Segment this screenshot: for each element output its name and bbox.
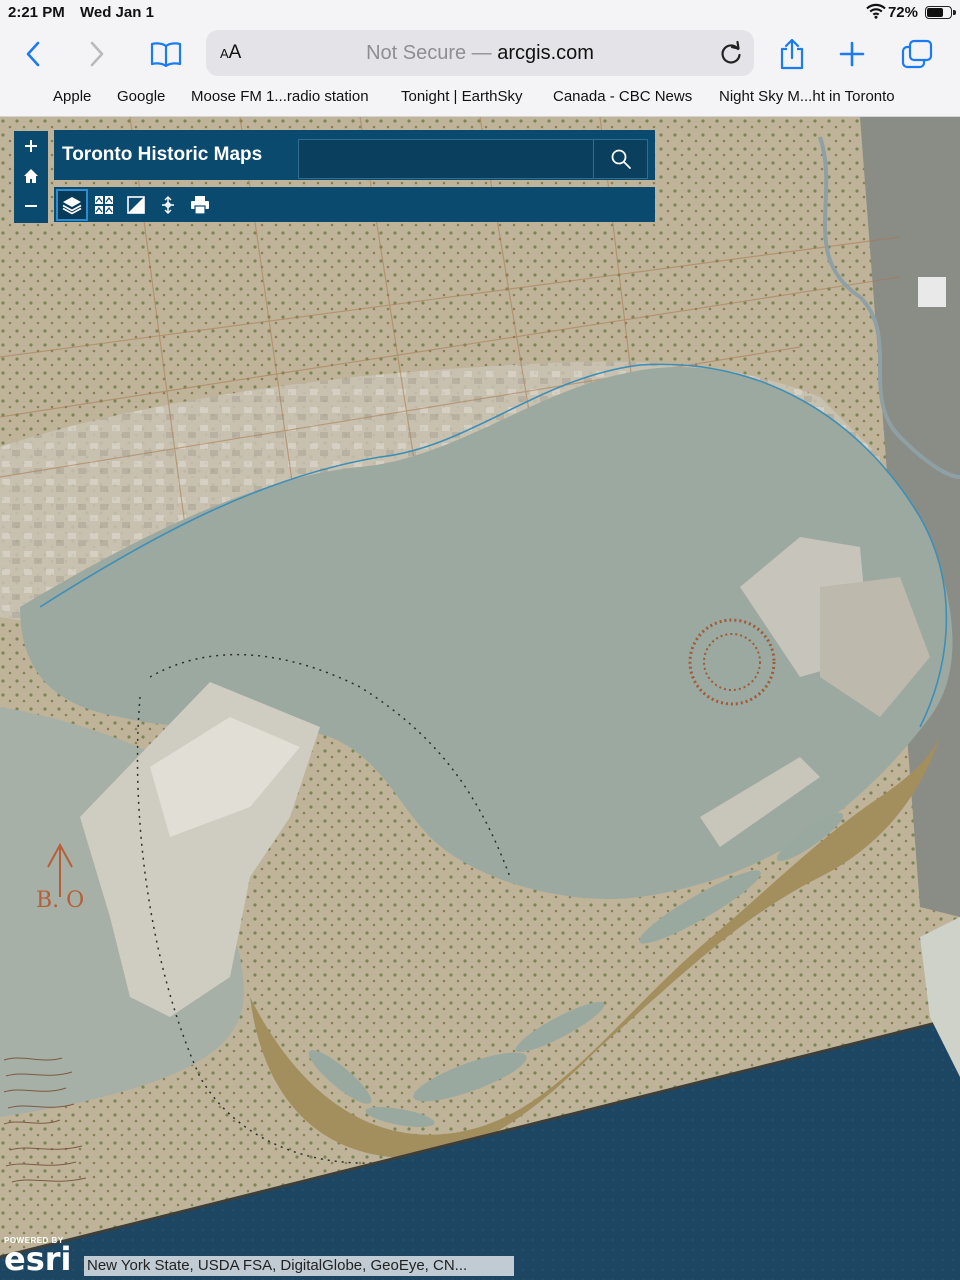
historic-map-overlay bbox=[0, 117, 960, 1280]
book-icon bbox=[150, 42, 182, 67]
battery-percent: 72% bbox=[887, 4, 918, 21]
handwritten-notes bbox=[2, 1050, 92, 1195]
plus-icon bbox=[839, 41, 865, 67]
esri-logo[interactable]: POWERED BY esri bbox=[4, 1236, 84, 1278]
reload-icon[interactable] bbox=[718, 40, 744, 66]
search-box[interactable] bbox=[298, 139, 594, 179]
app-title: Toronto Historic Maps bbox=[62, 144, 263, 165]
battery-icon bbox=[925, 6, 956, 19]
chevron-right-icon bbox=[90, 41, 104, 67]
map-attribution[interactable]: New York State, USDA FSA, DigitalGlobe, … bbox=[84, 1256, 514, 1276]
status-date: Wed Jan 1 bbox=[80, 4, 154, 21]
back-button[interactable] bbox=[14, 34, 54, 74]
app-header: Toronto Historic Maps bbox=[54, 130, 655, 180]
basemap-gallery-button[interactable] bbox=[88, 189, 120, 221]
search-input[interactable] bbox=[299, 140, 593, 178]
esri-wordmark: esri bbox=[4, 1240, 72, 1278]
swipe-button[interactable] bbox=[120, 189, 152, 221]
browser-toolbar: AA Not Secure — arcgis.com bbox=[0, 26, 960, 82]
zoom-controls bbox=[14, 131, 48, 223]
swipe-icon bbox=[127, 196, 145, 214]
search-icon bbox=[611, 149, 631, 169]
measure-icon bbox=[162, 196, 174, 214]
url-domain: arcgis.com bbox=[497, 42, 594, 64]
address-bar[interactable]: AA Not Secure — arcgis.com bbox=[206, 30, 754, 76]
favorite-moose-fm[interactable]: Moose FM 1...radio station bbox=[191, 88, 369, 105]
zoom-in-button[interactable] bbox=[14, 131, 48, 161]
plus-icon bbox=[25, 140, 37, 152]
measure-button[interactable] bbox=[152, 189, 184, 221]
app-toolbar bbox=[54, 187, 655, 222]
favorite-cbc-news[interactable]: Canada - CBC News bbox=[553, 88, 692, 105]
tabs-icon bbox=[901, 39, 933, 69]
map-view[interactable]: B. O bbox=[0, 117, 960, 1280]
status-bar: 2:21 PM Wed Jan 1 72% bbox=[0, 0, 960, 26]
wifi-icon bbox=[866, 3, 886, 19]
status-time: 2:21 PM bbox=[8, 4, 65, 21]
tabs-button[interactable] bbox=[897, 34, 937, 74]
chevron-left-icon bbox=[26, 41, 40, 67]
url-display[interactable]: Not Secure — arcgis.com bbox=[206, 42, 754, 65]
historic-map-label: B. O bbox=[36, 888, 85, 913]
handwriting-scribble bbox=[3, 1057, 87, 1183]
minus-icon bbox=[25, 205, 37, 207]
share-icon bbox=[780, 38, 804, 70]
bookmarks-button[interactable] bbox=[146, 34, 186, 74]
forward-button[interactable] bbox=[76, 34, 116, 74]
favorite-night-sky[interactable]: Night Sky M...ht in Toronto bbox=[719, 88, 895, 105]
new-tab-button[interactable] bbox=[832, 34, 872, 74]
search-button[interactable] bbox=[594, 139, 648, 179]
layers-button[interactable] bbox=[56, 189, 88, 221]
zoom-out-button[interactable] bbox=[14, 191, 48, 221]
favorite-earthsky[interactable]: Tonight | EarthSky bbox=[401, 88, 522, 105]
basemap-gallery-icon bbox=[95, 196, 113, 214]
print-icon bbox=[191, 196, 209, 215]
security-label: Not Secure — bbox=[366, 42, 492, 64]
favorite-google[interactable]: Google bbox=[117, 88, 165, 105]
layers-icon bbox=[62, 197, 82, 215]
favorite-apple[interactable]: Apple bbox=[53, 88, 91, 105]
share-button[interactable] bbox=[772, 34, 812, 74]
print-button[interactable] bbox=[184, 189, 216, 221]
home-button[interactable] bbox=[14, 161, 48, 191]
home-icon bbox=[24, 169, 38, 183]
favorites-bar: Apple Google Moose FM 1...radio station … bbox=[0, 82, 960, 117]
